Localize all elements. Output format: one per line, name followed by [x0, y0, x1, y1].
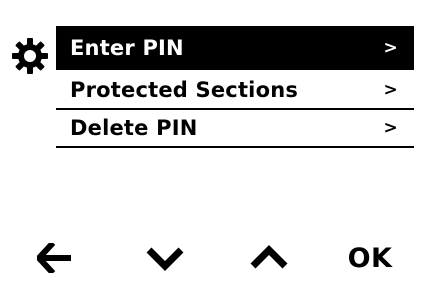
ok-button[interactable]: OK [340, 236, 400, 280]
menu-item-label: Protected Sections [70, 78, 299, 102]
softkey-bar: OK [0, 236, 428, 280]
arrow-left-icon [37, 243, 71, 273]
ok-label: OK [347, 242, 393, 274]
menu-item-label: Delete PIN [70, 116, 198, 140]
menu-item-label: Enter PIN [70, 36, 184, 60]
menu-item-protected-sections[interactable]: Protected Sections > [56, 72, 414, 110]
chevron-up-icon [250, 245, 288, 269]
menu-item-delete-pin[interactable]: Delete PIN > [56, 110, 414, 148]
back-button[interactable] [30, 236, 80, 280]
menu-item-enter-pin[interactable]: Enter PIN > [56, 26, 414, 70]
up-button[interactable] [244, 236, 294, 280]
device-screen: Enter PIN > Protected Sections > Delete … [0, 0, 428, 291]
gear-icon [10, 36, 50, 76]
chevron-right-icon: > [383, 118, 398, 138]
chevron-right-icon: > [383, 38, 398, 58]
down-button[interactable] [140, 236, 190, 280]
chevron-down-icon [146, 247, 184, 271]
chevron-right-icon: > [383, 80, 398, 100]
pin-menu: Enter PIN > Protected Sections > Delete … [56, 26, 414, 148]
